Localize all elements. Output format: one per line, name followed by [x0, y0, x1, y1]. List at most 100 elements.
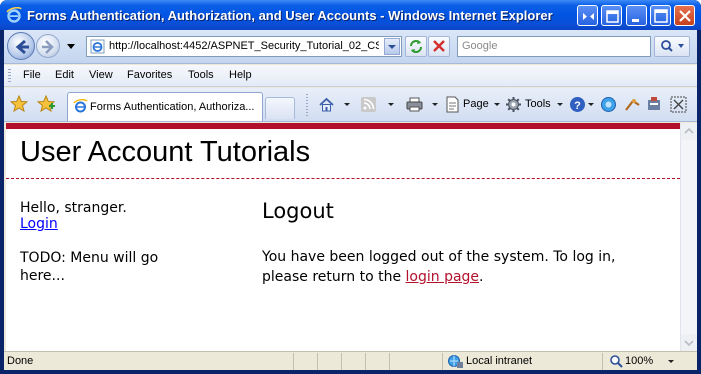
menu-help[interactable]: Help: [229, 69, 252, 81]
scroll-up-button[interactable]: [681, 123, 697, 140]
menu-bar: File Edit View Favorites Tools Help: [4, 65, 697, 87]
menu-view[interactable]: View: [89, 69, 113, 81]
login-link[interactable]: Login: [20, 216, 58, 232]
chevron-down-icon: [684, 340, 694, 347]
tools-dropdown[interactable]: [557, 103, 563, 106]
forward-button[interactable]: [36, 34, 60, 58]
site-title: User Account Tutorials: [20, 136, 311, 168]
feeds-dropdown[interactable]: [388, 103, 394, 106]
refresh-button[interactable]: [405, 36, 427, 57]
browser-window: Forms Authentication, Authorization, and…: [0, 0, 701, 374]
browser-client: http://localhost:4452/ASPNET_Security_Tu…: [4, 30, 697, 370]
command-bar-separator: [306, 94, 308, 116]
window-menu-button[interactable]: [577, 5, 598, 26]
globe-icon[interactable]: [600, 96, 617, 113]
stop-button[interactable]: [428, 36, 450, 57]
search-button[interactable]: [654, 36, 690, 57]
status-text: Done: [7, 355, 34, 367]
login-page-link[interactable]: login page: [406, 269, 480, 285]
site-header-bar: [6, 123, 680, 129]
tab-and-command-bar: Forms Authentication, Authoriza... Page …: [4, 88, 697, 122]
search-placeholder: Google: [462, 40, 498, 52]
ie-logo-icon: [6, 7, 22, 23]
toolbar-extras-icon[interactable]: [670, 96, 687, 113]
logout-message-end: .: [479, 269, 484, 285]
zoom-level[interactable]: 100%: [625, 355, 653, 367]
address-toolbar: http://localhost:4452/ASPNET_Security_Tu…: [4, 30, 697, 64]
security-zone-label[interactable]: Local intranet: [466, 355, 532, 367]
status-divider: [602, 353, 603, 370]
title-bar: Forms Authentication, Authorization, and…: [0, 0, 701, 30]
menu-grip[interactable]: [8, 69, 11, 83]
feeds-icon[interactable]: [360, 96, 377, 113]
scroll-track[interactable]: [681, 140, 697, 334]
menu-placeholder-text: TODO: Menu will go here...: [20, 250, 159, 284]
status-divider: [341, 353, 342, 370]
page-viewport: User Account Tutorials Hello, stranger. …: [6, 123, 680, 351]
home-icon[interactable]: [318, 96, 335, 113]
status-divider: [389, 353, 390, 370]
menu-favorites[interactable]: Favorites: [127, 69, 172, 81]
chevron-down-icon: [388, 45, 396, 49]
minimize-icon: [632, 19, 639, 22]
back-arrow-icon: [15, 39, 29, 55]
status-divider: [442, 353, 443, 370]
page-icon[interactable]: [444, 96, 461, 113]
status-bar: Done Local intranet 100%: [4, 351, 697, 370]
maximize-button[interactable]: [650, 5, 671, 26]
ie-page-icon: [73, 99, 88, 113]
svg-text:?: ?: [574, 100, 581, 112]
refresh-icon: [410, 40, 422, 53]
minimize-button[interactable]: [626, 5, 647, 26]
status-divider: [365, 353, 366, 370]
favorites-star-icon[interactable]: [10, 95, 28, 113]
recent-pages-dropdown[interactable]: [65, 39, 77, 53]
status-divider: [317, 353, 318, 370]
search-input[interactable]: Google: [457, 36, 651, 57]
search-icon: [661, 40, 684, 52]
page-heading: Logout: [262, 199, 334, 223]
tab-list-button[interactable]: [601, 5, 622, 26]
page-favicon-icon: [90, 39, 105, 54]
page-dropdown[interactable]: [494, 103, 500, 106]
restore-arrows-icon: [583, 13, 594, 20]
stop-icon: [433, 40, 445, 52]
help-icon[interactable]: ?: [569, 96, 586, 113]
header-divider: [6, 178, 680, 179]
new-tab-button[interactable]: [265, 97, 295, 119]
greeting-text: Hello, stranger.: [20, 200, 127, 216]
home-dropdown[interactable]: [344, 103, 350, 106]
back-button[interactable]: [7, 32, 35, 60]
address-field[interactable]: http://localhost:4452/ASPNET_Security_Tu…: [86, 36, 402, 57]
close-button[interactable]: [674, 5, 695, 26]
zoom-dropdown[interactable]: [668, 360, 674, 363]
window-title: Forms Authentication, Authorization, and…: [27, 8, 553, 23]
scroll-down-button[interactable]: [681, 334, 697, 351]
forward-arrow-icon: [42, 40, 54, 54]
tools-menu-label[interactable]: Tools: [525, 98, 551, 110]
tabs-icon: [606, 10, 619, 23]
vertical-scrollbar[interactable]: [680, 123, 697, 351]
menu-tools[interactable]: Tools: [188, 69, 214, 81]
address-url[interactable]: http://localhost:4452/ASPNET_Security_Tu…: [109, 40, 379, 52]
messenger-icon[interactable]: [646, 96, 663, 113]
research-icon[interactable]: [624, 96, 641, 113]
chevron-up-icon: [684, 127, 694, 134]
zone-icon: [448, 355, 463, 368]
tools-gear-icon[interactable]: [505, 96, 522, 113]
logout-message: You have been logged out of the system. …: [262, 247, 662, 287]
zoom-icon[interactable]: [609, 354, 624, 369]
menu-edit[interactable]: Edit: [55, 69, 74, 81]
page-menu-label[interactable]: Page: [463, 98, 489, 110]
print-icon[interactable]: [406, 96, 423, 113]
address-dropdown-button[interactable]: [384, 38, 400, 55]
add-favorites-icon[interactable]: [37, 95, 55, 113]
menu-file[interactable]: File: [23, 69, 41, 81]
status-divider: [293, 353, 294, 370]
close-icon: [679, 10, 691, 22]
help-dropdown[interactable]: [588, 103, 594, 106]
tab-label: Forms Authentication, Authoriza...: [90, 101, 255, 113]
maximize-icon: [654, 9, 668, 23]
tab-active[interactable]: Forms Authentication, Authoriza...: [67, 92, 263, 121]
print-dropdown[interactable]: [432, 103, 438, 106]
